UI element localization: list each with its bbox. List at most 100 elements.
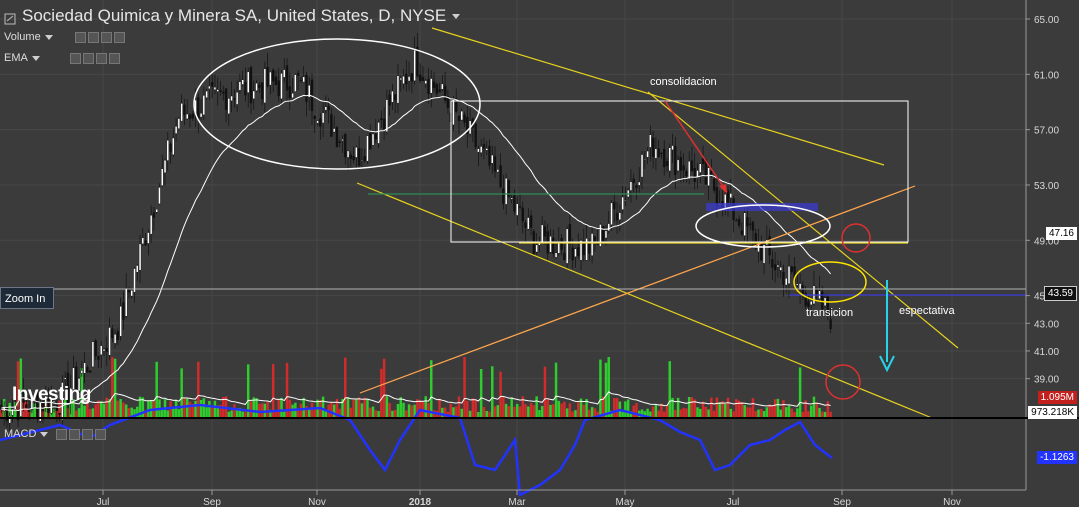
candle [740, 230, 744, 235]
candle [141, 237, 144, 245]
candle [0, 404, 3, 410]
candle [726, 190, 730, 203]
volume-bar [346, 397, 350, 418]
candle [394, 94, 397, 101]
candle [280, 73, 283, 100]
candle [776, 264, 780, 268]
candle [272, 69, 275, 82]
annotation-transicion: transicion [806, 307, 853, 319]
volume-bar [626, 399, 630, 418]
chevron-down-icon[interactable] [452, 13, 461, 19]
volume-bar [740, 402, 744, 418]
volume-bar [124, 404, 128, 418]
volume-bar [496, 405, 500, 418]
candle [385, 99, 389, 132]
candle [574, 248, 577, 257]
volume-bar [549, 404, 552, 418]
volume-bar [88, 409, 92, 418]
expand-icon[interactable] [4, 10, 16, 25]
candle [502, 188, 505, 204]
chevron-down-icon[interactable] [31, 55, 40, 61]
volume-bar [760, 408, 763, 418]
volume-bar [668, 361, 672, 418]
candle [255, 82, 258, 91]
candle [460, 110, 463, 121]
candle [91, 341, 95, 368]
candle [125, 288, 128, 317]
volume-bar [410, 405, 414, 418]
candle [100, 345, 103, 355]
indicator-buttons[interactable] [69, 52, 120, 64]
candle [147, 232, 150, 244]
candle [518, 206, 522, 208]
candle [485, 148, 488, 151]
time-tick-label: Jul [727, 497, 740, 507]
volume-bar [499, 371, 502, 418]
candle [696, 170, 699, 178]
candle [510, 197, 513, 200]
candle [249, 67, 253, 104]
candle [640, 154, 644, 178]
candle [693, 168, 696, 182]
volume-bar [310, 402, 314, 418]
time-tick-label: 2018 [409, 497, 432, 507]
zoom-in-button[interactable]: Zoom In [0, 287, 54, 309]
candle [263, 68, 267, 104]
volume-bar [166, 410, 170, 418]
indicator-volume[interactable]: Volume [4, 31, 125, 43]
volume-bar [613, 398, 616, 418]
indicator-macd[interactable]: MACD [4, 428, 107, 440]
candle [355, 146, 358, 158]
volume-bar [787, 405, 791, 418]
indicator-buttons[interactable] [56, 428, 107, 440]
volume-bar [748, 407, 752, 418]
candle [321, 112, 325, 124]
candle [643, 158, 646, 161]
chevron-down-icon[interactable] [44, 34, 53, 40]
candle [629, 181, 633, 191]
candle [144, 240, 147, 246]
candle [108, 327, 111, 356]
indicator-buttons[interactable] [74, 31, 125, 43]
candle [202, 95, 206, 116]
candle [773, 264, 777, 271]
chevron-down-icon[interactable] [40, 431, 49, 437]
candle [829, 319, 832, 329]
volume-bar [554, 362, 558, 418]
candle [704, 159, 707, 185]
candle [735, 220, 738, 222]
chart-title[interactable]: Sociedad Quimica y Minera SA, United Sta… [4, 6, 461, 26]
volume-bar [388, 403, 391, 418]
volume-bar [790, 408, 794, 418]
candle [798, 283, 802, 290]
candle [258, 84, 261, 88]
candle [504, 178, 508, 205]
candle [771, 259, 774, 268]
volume-bar [615, 398, 619, 418]
candle [427, 79, 430, 94]
macd-value-tag: -1.1263 [1037, 451, 1077, 464]
volume-bar [174, 399, 178, 418]
price-tick-label: 65.00 [1034, 15, 1059, 26]
price-tick-label: 41.00 [1034, 347, 1059, 358]
candle [418, 74, 422, 81]
candle [651, 137, 655, 157]
candle [751, 221, 755, 231]
candle [571, 247, 574, 261]
candle [199, 112, 203, 118]
volume-bar [818, 407, 821, 418]
volume-bar [807, 411, 810, 418]
candle [488, 145, 491, 166]
volume-bar [233, 404, 236, 418]
candle [266, 66, 269, 87]
indicator-ema[interactable]: EMA [4, 52, 120, 64]
candle [563, 252, 566, 260]
volume-bar [746, 407, 749, 418]
volume-bar [815, 402, 818, 418]
volume-bar [255, 398, 258, 418]
candle [701, 158, 705, 164]
volume-bar [97, 400, 100, 418]
candle [377, 122, 380, 144]
candle [568, 223, 572, 245]
volume-bar [502, 397, 505, 418]
